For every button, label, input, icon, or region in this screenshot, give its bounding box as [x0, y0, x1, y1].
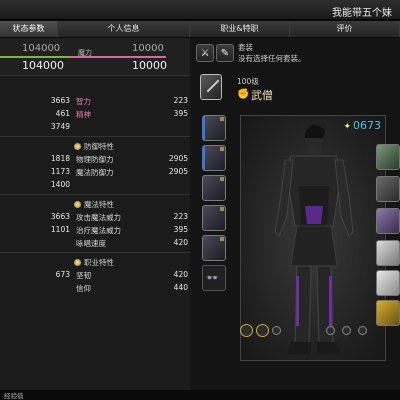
attr-value: 3749 [50, 122, 70, 131]
materia-icon [220, 177, 224, 181]
headgear-toggle-button[interactable] [256, 324, 269, 337]
role-value-piety: 440 [173, 283, 188, 292]
def-label-phys: 物理防御力 [76, 155, 114, 164]
attr-value: 3663 [50, 96, 70, 105]
divider [0, 252, 190, 253]
magic-left-value: 3663 [50, 212, 70, 221]
tab-profile[interactable]: 个人信息 [58, 21, 190, 37]
footer-text: 经验值 [4, 392, 24, 400]
section-role: 职业特性 [74, 257, 114, 268]
attr-value-mnd: 395 [173, 109, 188, 118]
gearset-subtitle: 没有选择任何套装。 [238, 54, 306, 63]
gear-slot-ring-1[interactable] [376, 240, 400, 266]
role-label-piety: 信仰 [76, 284, 91, 293]
def-left-value: 1173 [50, 167, 70, 176]
attr-label-mnd: 精神 [76, 110, 91, 119]
job-level: 100级 [237, 77, 259, 86]
job-name: 武僧 [251, 89, 273, 102]
gear-slot-head[interactable] [202, 115, 226, 141]
gear-slot-legs[interactable] [202, 205, 226, 231]
section-magic: 魔法特性 [74, 199, 114, 210]
divider [0, 194, 190, 195]
gear-slot-glasses[interactable]: 👓 [202, 265, 226, 291]
main-weapon-slot[interactable] [200, 74, 222, 100]
tab-bar: 状态参数 个人信息 职业&特职 评价 [0, 21, 400, 37]
shield-icon [74, 143, 81, 150]
window-title: 我能带五个妹 [332, 8, 392, 19]
def-value-phys: 2905 [168, 154, 188, 163]
equipment-panel: ⚔ ✎ 套装 没有选择任何套装。 100级 ✊ 武僧 👓 ✦ 0673 [190, 38, 400, 390]
gear-slot-feet[interactable] [202, 235, 226, 261]
job-trait-icon [74, 259, 81, 266]
section-magic-label: 魔法特性 [84, 200, 114, 209]
magic-value-speed: 420 [173, 238, 188, 247]
mp-max: 10000 [132, 43, 164, 54]
def-left-value: 1818 [50, 154, 70, 163]
divider [0, 136, 190, 137]
zoom-button[interactable] [342, 326, 351, 335]
hp-max: 104000 [22, 43, 61, 54]
gear-slot-earrings[interactable] [376, 144, 400, 170]
gear-slot-necklace[interactable] [376, 176, 400, 202]
hp-current: 104000 [22, 59, 64, 72]
gearset-icon[interactable]: ⚔ [196, 44, 214, 62]
wand-icon [74, 201, 81, 208]
hp-mp-bars: 104000 魔力 10000 104000 10000 [0, 38, 190, 76]
gear-slot-soul-crystal[interactable] [376, 300, 400, 326]
attr-value: 461 [55, 109, 70, 118]
rotate-button[interactable] [358, 326, 367, 335]
materia-icon [220, 147, 224, 151]
gear-slot-hands[interactable] [202, 175, 226, 201]
stats-panel: 104000 魔力 10000 104000 10000 3663 智力 223… [0, 38, 190, 390]
def-value-mag: 2905 [168, 167, 188, 176]
attr-value-int: 223 [173, 96, 188, 105]
weapon-toggle-button[interactable] [240, 324, 253, 337]
title-bar: 我能带五个妹 [0, 0, 400, 20]
magic-value-heal: 395 [173, 225, 188, 234]
footer-bar: 经验值 [0, 390, 400, 400]
def-label-mag: 魔法防御力 [76, 168, 114, 177]
tab-rating[interactable]: 评价 [290, 21, 400, 37]
section-defense: 防御特性 [74, 141, 114, 152]
magic-label-speed: 咏唱速度 [76, 239, 106, 248]
glamour-icon[interactable]: ✎ [216, 44, 234, 62]
def-left-value: 1400 [50, 180, 70, 189]
visor-toggle-button[interactable] [272, 326, 281, 335]
mp-current: 10000 [132, 59, 167, 72]
role-label-tenacity: 坚韧 [76, 271, 91, 280]
monk-job-icon: ✊ [237, 89, 250, 100]
tab-status[interactable]: 状态参数 [0, 21, 58, 37]
tab-jobs[interactable]: 职业&特职 [190, 21, 290, 37]
gear-slot-body[interactable] [202, 145, 226, 171]
magic-label-atk: 攻击魔法威力 [76, 213, 121, 222]
magic-label-heal: 治疗魔法威力 [76, 226, 121, 235]
attr-label-int: 智力 [76, 97, 91, 106]
gear-slot-ring-2[interactable] [376, 270, 400, 296]
magic-value-atk: 223 [173, 212, 188, 221]
gear-slot-bracelet[interactable] [376, 208, 400, 234]
gearset-title: 套装 [238, 43, 253, 52]
materia-icon [220, 117, 224, 121]
materia-icon [220, 237, 224, 241]
role-value-tenacity: 420 [173, 270, 188, 279]
magic-left-value: 1101 [50, 225, 70, 234]
materia-icon [220, 207, 224, 211]
section-defense-label: 防御特性 [84, 142, 114, 151]
mp-bar [70, 56, 166, 58]
view-toggle-button[interactable] [326, 326, 335, 335]
glasses-icon: 👓 [206, 273, 219, 284]
section-role-label: 职业特性 [84, 258, 114, 267]
role-left-value: 673 [55, 270, 70, 279]
